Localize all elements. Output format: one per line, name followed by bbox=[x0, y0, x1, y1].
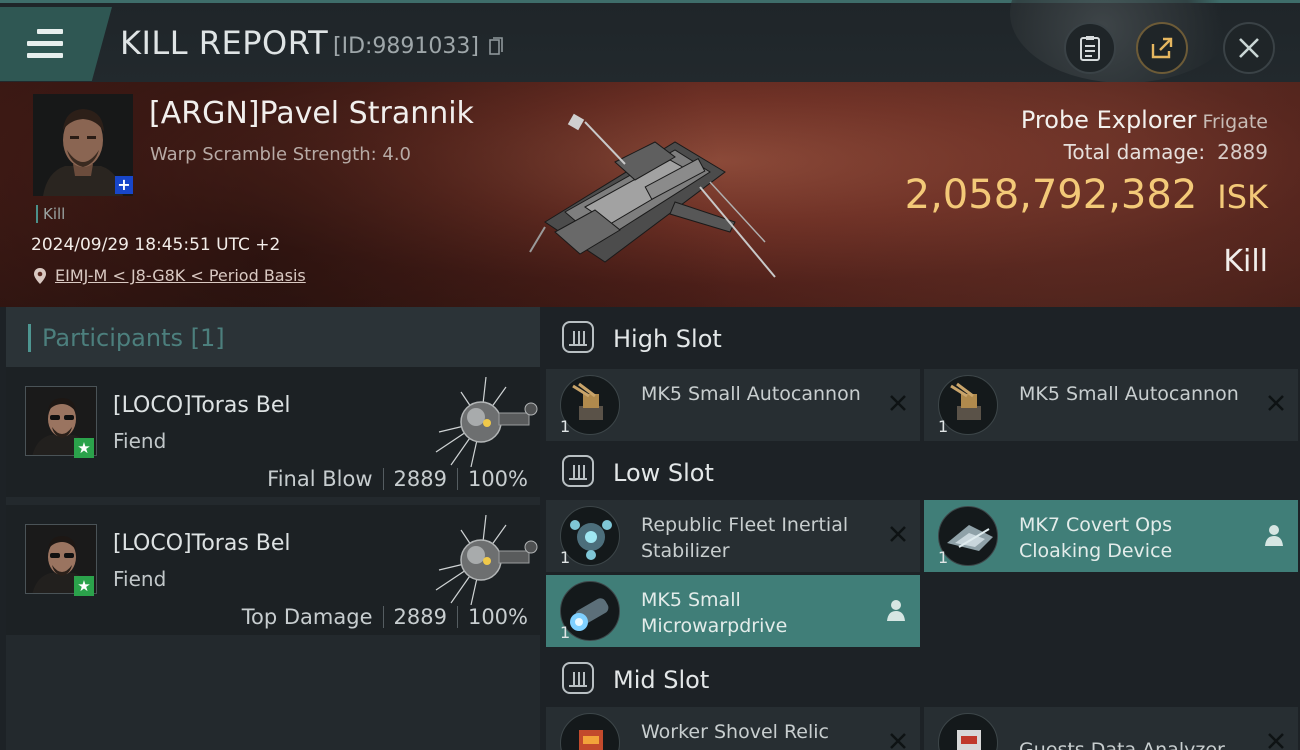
location-row[interactable]: EIMJ-M < J8-G8K < Period Basis bbox=[33, 266, 306, 285]
victim-ship-row[interactable]: Probe Explorer Frigate bbox=[1021, 106, 1268, 134]
report-id: [ID:9891033] bbox=[333, 34, 479, 59]
participant-stats: Final Blow 2889 100% bbox=[267, 467, 528, 491]
module-name: Worker Shovel Relic bbox=[641, 721, 829, 743]
module-high-2[interactable]: 1 MK5 Small Autocannon bbox=[924, 369, 1298, 441]
participant-stats: Top Damage 2889 100% bbox=[242, 605, 528, 629]
participants-title: Participants [1] bbox=[28, 324, 225, 352]
module-name: MK5 Small Autocannon bbox=[641, 383, 861, 405]
page-title: KILL REPORT bbox=[120, 24, 329, 62]
low-slot-header: Low Slot bbox=[544, 441, 1300, 503]
isk-unit: ISK bbox=[1217, 178, 1268, 216]
participant-role: Top Damage bbox=[241, 605, 373, 629]
close-button[interactable] bbox=[1223, 22, 1275, 74]
module-high-1[interactable]: 1 MK5 Small Autocannon bbox=[546, 369, 920, 441]
menu-icon bbox=[27, 29, 63, 59]
victim-ship-name: Probe Explorer bbox=[1020, 106, 1197, 134]
top-bar: KILL REPORT [ID:9891033] bbox=[0, 0, 1300, 83]
close-icon bbox=[1239, 38, 1259, 58]
clipboard-icon bbox=[1080, 36, 1100, 61]
participant-ship-image bbox=[435, 515, 538, 605]
participant-name[interactable]: [LOCO]Toras Bel bbox=[113, 531, 291, 556]
kill-date: 2024/09/29 18:45:51 UTC +2 bbox=[31, 235, 281, 255]
participant-ship-image bbox=[435, 377, 538, 467]
participants-header: Participants [1] bbox=[6, 307, 540, 367]
star-badge: ★ bbox=[74, 438, 94, 458]
menu-button[interactable] bbox=[0, 7, 112, 81]
low-slot-title: Low Slot bbox=[613, 459, 714, 487]
kill-tag: Kill bbox=[36, 205, 65, 223]
participant-ship: Fiend bbox=[113, 429, 167, 453]
participant-card[interactable]: ★ [LOCO]Toras Bel Fiend Final Blow 2889 … bbox=[6, 367, 540, 497]
share-icon bbox=[1151, 37, 1173, 59]
participant-ship: Fiend bbox=[113, 567, 167, 591]
slot-icon bbox=[562, 321, 594, 353]
participant-card[interactable]: ★ [LOCO]Toras Bel Fiend Top Damage 2889 … bbox=[6, 505, 540, 635]
data-analyzer-icon bbox=[938, 713, 998, 750]
copy-icon[interactable] bbox=[489, 37, 503, 57]
location-pin-icon bbox=[34, 267, 46, 284]
victim-banner: + [ARGN]Pavel Strannik Warp Scramble Str… bbox=[0, 82, 1300, 307]
module-mid-2[interactable]: Guests Data Analyzer bbox=[924, 707, 1298, 750]
module-low-1[interactable]: 1 Republic Fleet Inertial Stabilizer bbox=[546, 500, 920, 572]
destroyed-x-icon bbox=[890, 733, 906, 749]
total-damage-row: Total damage: 2889 bbox=[1064, 140, 1268, 164]
fitting-panel: High Slot 1 MK5 Small Autocannon 1 MK5 S… bbox=[544, 307, 1300, 750]
clipboard-button[interactable] bbox=[1064, 22, 1116, 74]
total-damage-label: Total damage: bbox=[1063, 140, 1206, 164]
destroyed-x-icon bbox=[890, 395, 906, 411]
module-mid-1[interactable]: Worker Shovel Relic bbox=[546, 707, 920, 750]
participant-damage: 2889 bbox=[393, 467, 447, 491]
participants-panel: Participants [1] ★ [LOCO]Toras Bel Fiend bbox=[6, 307, 540, 750]
module-quantity: 1 bbox=[938, 417, 949, 436]
module-name: MK5 Small Microwarpdrive bbox=[641, 589, 788, 637]
destroyed-x-icon bbox=[1268, 733, 1284, 749]
dropped-person-icon bbox=[1265, 525, 1283, 546]
module-name: Republic Fleet Inertial Stabilizer bbox=[641, 514, 849, 562]
participant-damage: 2889 bbox=[393, 605, 447, 629]
dropped-person-icon bbox=[887, 600, 905, 621]
module-quantity: 1 bbox=[938, 548, 949, 567]
high-slot-header: High Slot bbox=[544, 307, 1300, 369]
total-damage-value: 2889 bbox=[1217, 140, 1268, 164]
kill-type-label: Kill bbox=[1223, 244, 1268, 279]
participant-role: Final Blow bbox=[267, 467, 373, 491]
high-slot-title: High Slot bbox=[613, 325, 722, 353]
module-name: Guests Data Analyzer bbox=[1019, 739, 1225, 750]
star-badge: ★ bbox=[74, 576, 94, 596]
isk-value: 2,058,792,382 bbox=[904, 172, 1198, 218]
victim-ship-image bbox=[529, 113, 776, 278]
isk-value-row: 2,058,792,382 ISK bbox=[905, 172, 1268, 218]
module-quantity: 1 bbox=[560, 548, 571, 567]
relic-analyzer-icon bbox=[560, 713, 620, 750]
module-name: MK7 Covert Ops Cloaking Device bbox=[1019, 514, 1173, 562]
planet-decoration bbox=[1010, 0, 1240, 83]
destroyed-x-icon bbox=[1268, 395, 1284, 411]
destroyed-x-icon bbox=[890, 526, 906, 542]
module-quantity: 1 bbox=[560, 623, 571, 642]
kill-location-link[interactable]: EIMJ-M < J8-G8K < Period Basis bbox=[55, 266, 306, 285]
victim-name[interactable]: [ARGN]Pavel Strannik bbox=[149, 96, 474, 131]
add-contact-badge[interactable]: + bbox=[115, 176, 133, 194]
slot-icon bbox=[562, 455, 594, 487]
module-low-2[interactable]: 1 MK7 Covert Ops Cloaking Device bbox=[924, 500, 1298, 572]
module-low-3[interactable]: 1 MK5 Small Microwarpdrive bbox=[546, 575, 920, 647]
slot-icon bbox=[562, 662, 594, 694]
module-quantity: 1 bbox=[560, 417, 571, 436]
victim-scramble-strength: Warp Scramble Strength: 4.0 bbox=[150, 144, 412, 165]
module-name: MK5 Small Autocannon bbox=[1019, 383, 1239, 405]
participant-percent: 100% bbox=[467, 605, 528, 629]
mid-slot-header: Mid Slot bbox=[544, 648, 1300, 710]
participant-percent: 100% bbox=[467, 467, 528, 491]
victim-ship-class: Frigate bbox=[1202, 111, 1268, 133]
mid-slot-title: Mid Slot bbox=[613, 666, 710, 694]
participant-name[interactable]: [LOCO]Toras Bel bbox=[113, 393, 291, 418]
share-button[interactable] bbox=[1136, 22, 1188, 74]
